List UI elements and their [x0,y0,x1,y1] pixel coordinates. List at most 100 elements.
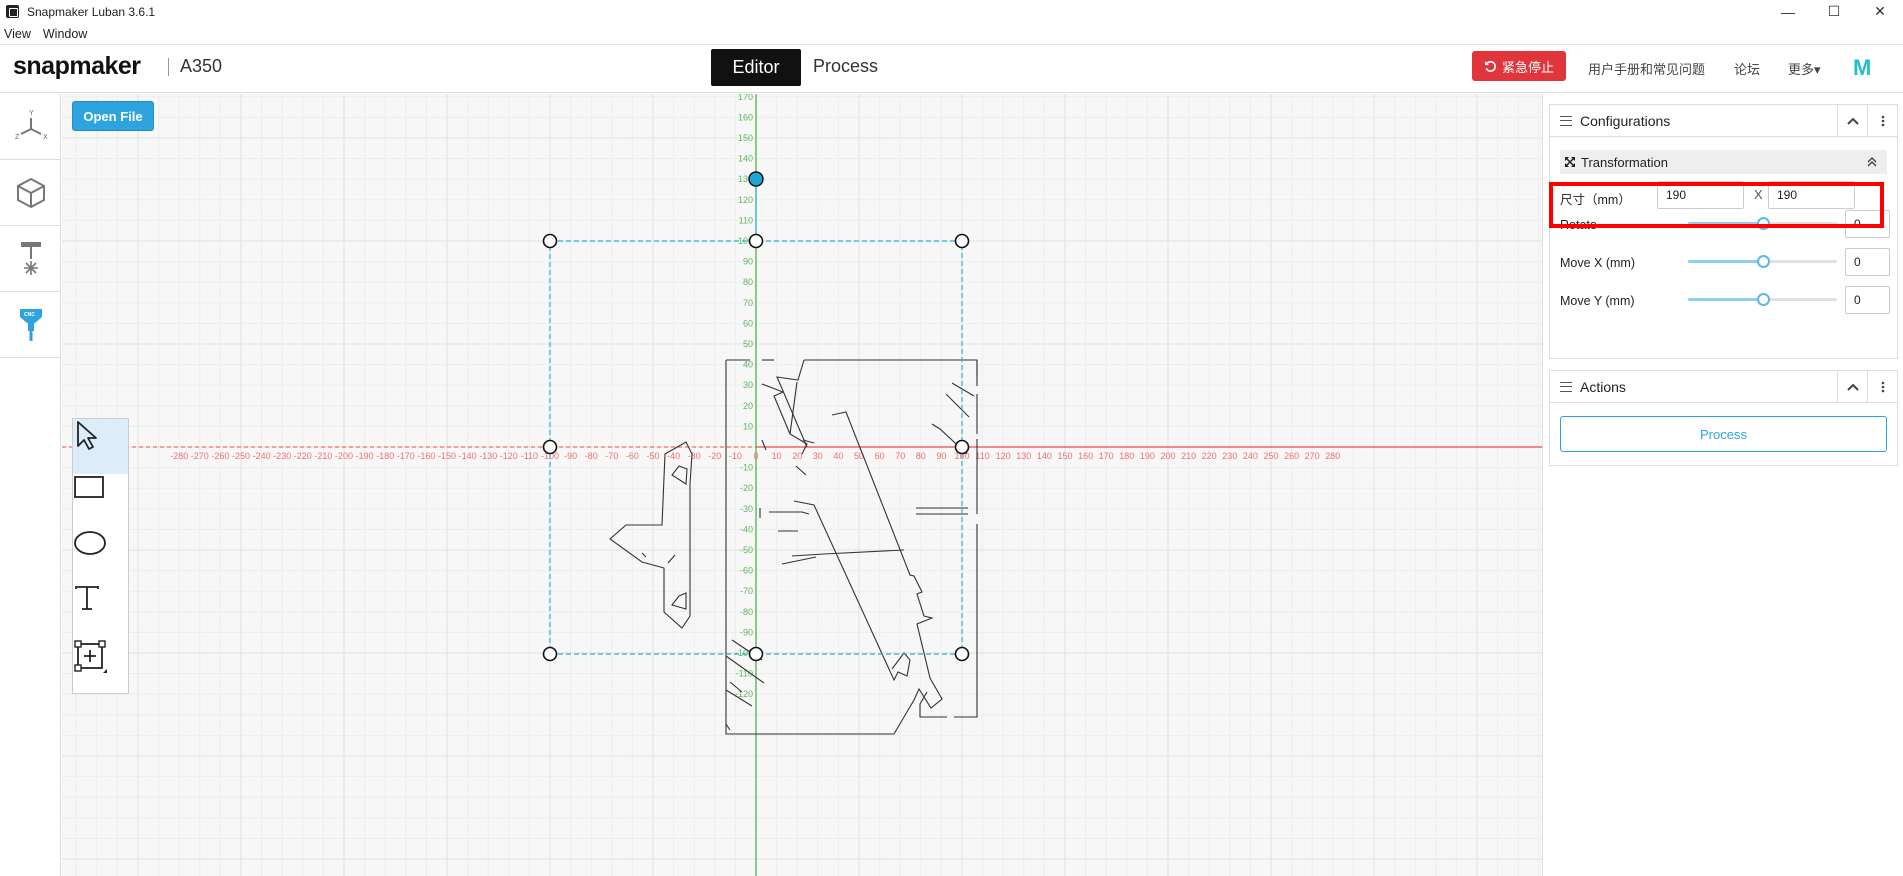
x-tick-label: 30 [813,451,823,461]
close-button[interactable]: ✕ [1857,0,1903,23]
x-tick-label: -20 [708,451,721,461]
text-icon [75,586,99,610]
y-tick-label: 70 [743,298,753,308]
cnc-button[interactable]: CNC [0,292,61,358]
x-tick-label: -280 [170,451,188,461]
3d-print-button[interactable] [0,160,61,226]
x-tick-label: -220 [294,451,312,461]
ellipse-icon [74,531,106,555]
axes-icon: Y Z X [15,110,48,141]
move-x-slider[interactable] [1688,255,1837,268]
x-tick-label: -230 [273,451,291,461]
x-tick-label: 170 [1099,451,1114,461]
kebab-icon [1881,381,1884,392]
y-tick-label: 110 [739,215,753,225]
y-tick-label: 80 [743,277,753,287]
y-tick-label: -60 [740,566,753,576]
move-y-label: Move Y (mm) [1560,294,1635,308]
insert-frame-icon [74,640,107,673]
x-tick-label: -140 [459,451,477,461]
x-tick-label: 130 [1016,451,1031,461]
size-highlight-box [1549,182,1884,228]
y-tick-label: -90 [740,627,753,637]
y-tick-label: -70 [740,586,753,596]
y-tick-label: 30 [743,380,753,390]
select-tool-button[interactable] [73,419,128,474]
y-tick-label: 170 [738,94,753,102]
view-axes-button[interactable]: Y Z X [0,94,61,160]
tab-editor[interactable]: Editor [711,49,801,86]
x-tick-label: 250 [1263,451,1278,461]
y-tick-label: 10 [743,421,753,431]
move-x-slider-thumb[interactable] [1756,255,1770,268]
x-tick-label: 200 [1160,451,1175,461]
x-tick-label: -200 [335,451,353,461]
editor-canvas[interactable]: -280 -270 -260 -250 -240 -230 -220 -210 -200 -190… [62,94,1542,876]
hamburger-icon [1560,115,1572,126]
x-tick-label: -10 [729,451,742,461]
x-tick-label: 160 [1078,451,1093,461]
menu-window[interactable]: Window [37,27,93,41]
rectangle-tool-button[interactable] [73,474,128,529]
menu-bar: View Window [0,23,1903,45]
y-tick-label: 20 [743,401,753,411]
insert-tool-button[interactable] [73,639,128,694]
x-tick-label: -150 [438,451,456,461]
move-y-slider[interactable] [1688,293,1837,306]
maximize-button[interactable]: ☐ [1811,0,1857,23]
actions-header: Actions [1550,371,1897,403]
more-menu[interactable]: 更多▾ [1788,59,1821,78]
open-file-button[interactable]: Open File [72,101,154,131]
x-tick-label: -180 [376,451,394,461]
x-tick-label: -240 [253,451,271,461]
y-tick-label: 160 [738,112,753,122]
window-title-bar: Snapmaker Luban 3.6.1 — ☐ ✕ [0,0,1903,23]
svg-text:Y: Y [29,110,34,117]
forum-link[interactable]: 论坛 [1734,59,1760,78]
laser-button[interactable] [0,226,61,292]
y-tick-label: 140 [738,154,753,164]
laser-icon [20,241,41,275]
emergency-stop-label: 紧急停止 [1501,59,1554,75]
y-tick-label: 120 [738,195,753,205]
x-tick-label: -190 [356,451,374,461]
move-x-input[interactable]: 0 [1845,248,1890,276]
x-tick-label: 150 [1057,451,1072,461]
logo-divider [168,58,169,76]
collapse-button[interactable] [1837,371,1867,402]
x-tick-label: 260 [1284,451,1299,461]
workspace-grid[interactable]: -280 -270 -260 -250 -240 -230 -220 -210 -200 -190… [62,94,1542,876]
move-y-slider-thumb[interactable] [1756,293,1770,306]
rotate-handle[interactable] [748,171,764,187]
move-y-input[interactable]: 0 [1845,286,1890,314]
tab-process[interactable]: Process [813,56,878,77]
left-toolbar: Y Z X CNC [0,94,61,876]
x-tick-label: 190 [1140,451,1155,461]
process-button[interactable]: Process [1560,416,1887,452]
hamburger-icon [1560,381,1572,392]
more-options-button[interactable] [1867,371,1897,402]
configurations-title: Configurations [1580,112,1671,129]
actions-title: Actions [1580,378,1626,395]
x-tick-label: -210 [314,451,332,461]
luban-app: Snapmaker Luban 3.6.1 — ☐ ✕ View Window … [0,0,1903,876]
collapse-button[interactable] [1837,105,1867,136]
x-tick-label: 0 [753,451,758,461]
x-tick-label: -160 [417,451,435,461]
brand-mark[interactable]: M [1853,55,1871,81]
y-tick-label: 50 [743,339,753,349]
emergency-stop-button[interactable]: 紧急停止 [1472,51,1566,81]
select-pointer-icon [77,421,97,450]
more-options-button[interactable] [1867,105,1897,136]
ellipse-tool-button[interactable] [73,529,128,584]
manual-link[interactable]: 用户手册和常见问题 [1588,59,1705,78]
x-tick-label: -70 [605,451,618,461]
menu-view[interactable]: View [0,27,37,41]
minimize-button[interactable]: — [1765,0,1811,23]
model-outline[interactable] [609,359,978,735]
text-tool-button[interactable] [73,584,128,639]
cube-icon [16,177,45,208]
x-tick-label: -30 [688,451,701,461]
x-tick-label: 240 [1243,451,1258,461]
transformation-header[interactable]: Transformation [1560,150,1887,174]
